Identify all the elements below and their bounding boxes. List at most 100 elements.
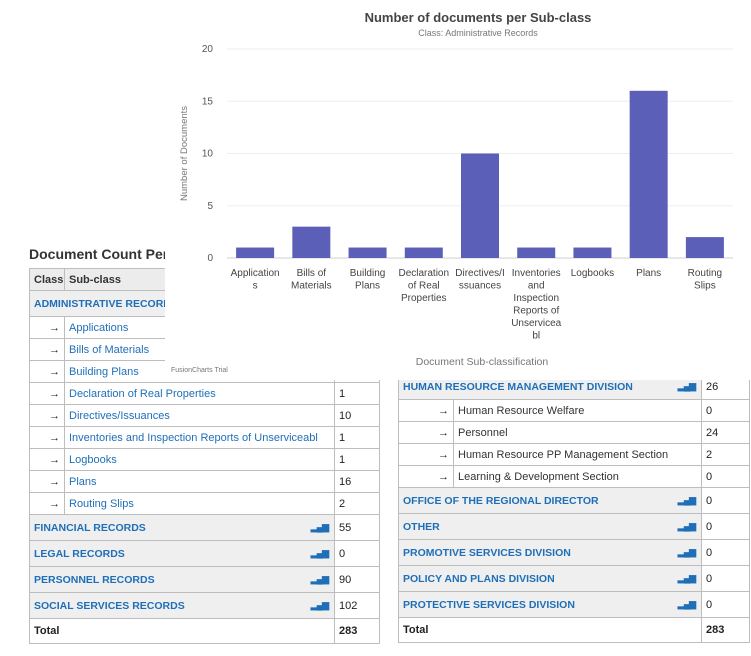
bar[interactable] (573, 247, 612, 258)
class-link[interactable]: OFFICE OF THE REGIONAL DIRECTOR (403, 495, 599, 507)
class-link[interactable]: LEGAL RECORDS (34, 548, 125, 560)
subclass-link[interactable]: Plans (64, 470, 335, 493)
class-row: POLICY AND PLANS DIVISION ▂▄▆ 0 (397, 565, 751, 592)
bar-chart: Number of documents per Sub-class Class: … (179, 10, 733, 368)
class-name-cell: POLICY AND PLANS DIVISION ▂▄▆ (397, 565, 703, 592)
x-tick-label: Bills of Materials (291, 268, 332, 292)
x-tick-label: Plans (636, 268, 661, 279)
class-count: 55 (334, 514, 380, 541)
class-count: 0 (701, 565, 751, 592)
chart-icon[interactable]: ▂▄▆ (678, 599, 696, 610)
arrow-right-icon: → (29, 338, 65, 361)
bar[interactable] (348, 247, 387, 258)
subclass-count: 0 (701, 399, 751, 422)
class-link[interactable]: SOCIAL SERVICES RECORDS (34, 600, 185, 612)
class-link[interactable]: OTHER (403, 521, 440, 533)
class-link[interactable]: ADMINISTRATIVE RECORDS (34, 298, 178, 310)
x-tick-label: Application s (231, 268, 280, 292)
arrow-right-icon: → (29, 470, 65, 493)
x-tick-label: Inventories and Inspection Reports of Unserv… (511, 268, 561, 342)
chart-icon[interactable]: ▂▄▆ (678, 573, 696, 584)
subclass-row: → Plans 16 (29, 470, 380, 493)
subclass-count: 10 (334, 404, 380, 427)
subclass-link: Human Resource PP Management Section (452, 443, 703, 466)
chart-icon[interactable]: ▂▄▆ (311, 600, 329, 611)
class-name-cell: SOCIAL SERVICES RECORDS ▂▄▆ (29, 592, 335, 619)
class-name-cell: PROMOTIVE SERVICES DIVISION ▂▄▆ (397, 539, 703, 566)
subclass-link: Personnel (452, 421, 703, 444)
chart-icon[interactable]: ▂▄▆ (311, 574, 329, 585)
class-link[interactable]: PERSONNEL RECORDS (34, 574, 155, 586)
total-label: Total (397, 617, 703, 643)
bar[interactable] (461, 153, 499, 259)
total-value: 283 (334, 618, 380, 644)
subclass-count: 1 (334, 382, 380, 405)
y-tick-label: 0 (207, 253, 213, 264)
arrow-right-icon: → (29, 426, 65, 449)
total-row: Total 283 (29, 618, 380, 644)
class-name-cell: OFFICE OF THE REGIONAL DIRECTOR ▂▄▆ (397, 487, 703, 514)
bar[interactable] (629, 90, 668, 258)
document-count-heading: Document Count Per C (29, 246, 183, 262)
arrow-right-icon: → (398, 399, 454, 422)
bar[interactable] (236, 247, 275, 258)
class-name-cell: LEGAL RECORDS ▂▄▆ (29, 540, 335, 567)
y-tick-label: 10 (202, 149, 214, 160)
class-row: OFFICE OF THE REGIONAL DIRECTOR ▂▄▆ 0 (397, 487, 751, 514)
subclass-link: Learning & Development Section (452, 465, 703, 488)
subclass-row: → Human Resource PP Management Section 2 (398, 443, 751, 466)
subclass-link[interactable]: Logbooks (64, 448, 335, 471)
arrow-right-icon: → (29, 382, 65, 405)
chart-icon[interactable]: ▂▄▆ (678, 547, 696, 558)
class-link[interactable]: PROTECTIVE SERVICES DIVISION (403, 599, 575, 611)
subclass-link[interactable]: Directives/Issuances (64, 404, 335, 427)
chart-icon[interactable]: ▂▄▆ (678, 381, 696, 392)
class-link[interactable]: POLICY AND PLANS DIVISION (403, 573, 555, 585)
class-name-cell: OTHER ▂▄▆ (397, 513, 703, 540)
subclass-row: → Human Resource Welfare 0 (398, 399, 751, 422)
document-count-table-right: HUMAN RESOURCE MANAGEMENT DIVISION ▂▄▆ 26 →… (397, 373, 751, 643)
class-count: 0 (701, 513, 751, 540)
total-label: Total (29, 618, 335, 644)
chart-icon[interactable]: ▂▄▆ (311, 522, 329, 533)
subclass-count: 16 (334, 470, 380, 493)
bar[interactable] (292, 226, 331, 258)
subclass-count: 1 (334, 426, 380, 449)
class-row: LEGAL RECORDS ▂▄▆ 0 (29, 540, 380, 567)
bar[interactable] (685, 237, 724, 258)
subclass-chart-popup: Number of documents per Sub-class Class: … (165, 0, 751, 380)
class-name-cell: PROTECTIVE SERVICES DIVISION ▂▄▆ (397, 591, 703, 618)
arrow-right-icon: → (398, 465, 454, 488)
class-row: PROTECTIVE SERVICES DIVISION ▂▄▆ 0 (397, 591, 751, 618)
class-count: 90 (334, 566, 380, 593)
class-row: PERSONNEL RECORDS ▂▄▆ 90 (29, 566, 380, 593)
bar[interactable] (404, 247, 443, 258)
chart-icon[interactable]: ▂▄▆ (311, 548, 329, 559)
chart-icon[interactable]: ▂▄▆ (678, 521, 696, 532)
subclass-link[interactable]: Declaration of Real Properties (64, 382, 335, 405)
y-tick-label: 15 (202, 96, 214, 107)
class-row: OTHER ▂▄▆ 0 (397, 513, 751, 540)
class-link[interactable]: FINANCIAL RECORDS (34, 522, 146, 534)
x-tick-label: Logbooks (571, 268, 614, 279)
x-axis-label: Document Sub-classification (416, 356, 549, 368)
chart-icon[interactable]: ▂▄▆ (678, 495, 696, 506)
y-tick-label: 5 (207, 201, 213, 212)
class-count: 0 (701, 539, 751, 566)
y-axis-label: Number of Documents (179, 106, 190, 201)
class-count: 0 (701, 487, 751, 514)
x-tick-label: Building Plans (350, 268, 386, 292)
class-link[interactable]: HUMAN RESOURCE MANAGEMENT DIVISION (403, 381, 633, 393)
class-link[interactable]: PROMOTIVE SERVICES DIVISION (403, 547, 571, 559)
arrow-right-icon: → (29, 360, 65, 383)
subclass-row: → Routing Slips 2 (29, 492, 380, 515)
x-tick-label: Declaration of Real Properties (398, 268, 449, 304)
subclass-link[interactable]: Inventories and Inspection Reports of Un… (64, 426, 335, 449)
class-count: 102 (334, 592, 380, 619)
subclass-link[interactable]: Routing Slips (64, 492, 335, 515)
subclass-row: → Learning & Development Section 0 (398, 465, 751, 488)
chart-title: Number of documents per Sub-class (365, 10, 592, 25)
subclass-link: Human Resource Welfare (452, 399, 703, 422)
arrow-right-icon: → (29, 316, 65, 339)
bar[interactable] (517, 247, 556, 258)
